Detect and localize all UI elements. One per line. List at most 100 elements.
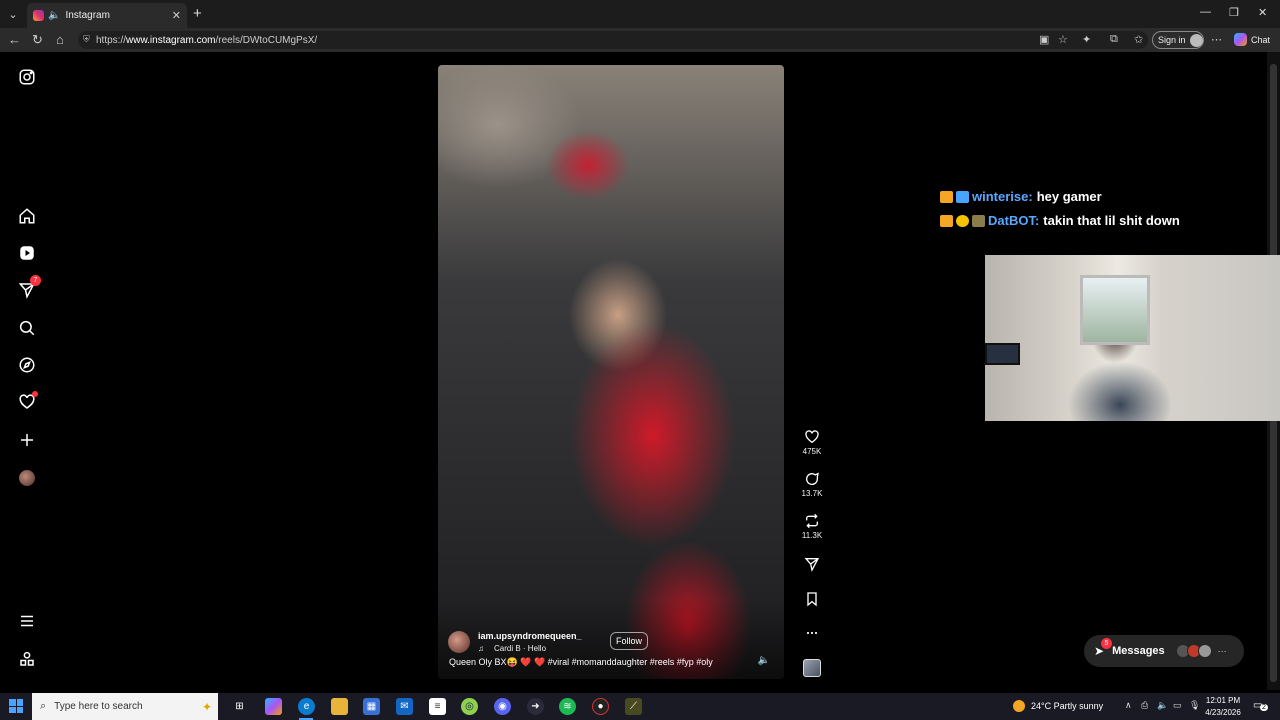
create-plus-icon[interactable] <box>17 430 37 450</box>
clock-time: 12:01 PM <box>1205 696 1241 705</box>
url-prefix: https:// <box>96 34 127 46</box>
browser-tab-bar: ⌄ 🔈 Instagram ✕ + — ❐ ✕ <box>0 0 1280 28</box>
also-from-meta-icon[interactable] <box>17 649 37 669</box>
sign-in-button[interactable]: Sign in <box>1152 31 1204 49</box>
stream-app-icon[interactable]: ⟋ <box>625 698 642 715</box>
profile-avatar[interactable] <box>17 468 37 488</box>
instagram-sidebar: 7 <box>0 52 54 690</box>
search-placeholder: Type here to search <box>54 701 143 712</box>
microphone-icon[interactable]: 🎙 <box>1189 700 1200 711</box>
music-note-icon: ♫ <box>478 644 484 653</box>
repost-icon <box>806 513 818 529</box>
favorite-star-icon[interactable]: ☆ <box>1058 33 1068 46</box>
tab-actions-menu-icon[interactable]: ⌄ <box>4 5 22 23</box>
reel-author[interactable]: iam.upsyndromequeen_ ♫ Cardi B · Hello <box>448 631 582 653</box>
save-button[interactable] <box>796 591 828 607</box>
browser-tab-instagram[interactable]: 🔈 Instagram ✕ <box>27 3 187 28</box>
tab-title: Instagram <box>65 10 110 21</box>
author-username[interactable]: iam.upsyndromequeen_ <box>478 631 582 641</box>
audio-title: Cardi B · Hello <box>494 644 547 653</box>
notepad-icon[interactable]: ≡ <box>429 698 446 715</box>
explore-compass-icon[interactable] <box>17 355 37 375</box>
weather-text: 24°C Partly sunny <box>1031 701 1104 711</box>
search-nav-icon[interactable] <box>17 318 37 338</box>
tray-expand-chevron-icon[interactable]: ∧ <box>1125 700 1132 711</box>
browser-address-bar: ← ↻ ⌂ ⛨ https://www.instagram.com/reels/… <box>0 28 1280 52</box>
restore-icon[interactable]: ❐ <box>1229 6 1239 19</box>
comment-button[interactable]: 13.7K <box>796 471 828 498</box>
url-domain: www.instagram.com <box>126 34 216 46</box>
clock-date: 4/23/2026 <box>1205 708 1241 717</box>
minimize-icon[interactable]: — <box>1200 6 1211 18</box>
home-icon[interactable]: ⌂ <box>56 32 64 47</box>
task-view-icon[interactable]: ⊞ <box>231 698 248 715</box>
copilot-icon <box>1234 33 1247 46</box>
more-options-button[interactable] <box>796 625 828 641</box>
share-button[interactable] <box>796 556 828 572</box>
chat-username: winterise: <box>972 189 1033 204</box>
weather-widget[interactable]: 24°C Partly sunny <box>1013 700 1103 712</box>
like-button[interactable]: 475K <box>796 429 828 456</box>
app-arrow-icon[interactable]: ➜ <box>527 698 544 715</box>
extensions-icon[interactable]: ✦ <box>1082 33 1091 46</box>
split-screen-icon[interactable]: ⧉ <box>1110 33 1118 46</box>
home-nav-icon[interactable] <box>17 206 37 226</box>
audio-thumbnail[interactable] <box>803 659 821 677</box>
taskbar-clock[interactable]: 12:01 PM 4/23/2026 <box>1200 695 1246 719</box>
copilot-taskbar-icon[interactable] <box>265 698 282 715</box>
url-path: /reels/DWtoCUMgPsX/ <box>215 34 318 46</box>
obs-icon[interactable]: ● <box>592 698 609 715</box>
messages-nav-icon[interactable]: 7 <box>17 275 41 300</box>
repost-button[interactable]: 11.3K <box>796 513 828 540</box>
instagram-logo-icon[interactable] <box>17 67 37 87</box>
bookmark-icon <box>807 592 817 607</box>
speaker-icon[interactable]: 🔈 <box>48 10 60 21</box>
favorites-icon[interactable]: ✩ <box>1134 33 1143 46</box>
windows-start-icon[interactable] <box>9 699 23 713</box>
network-icon[interactable]: ▭ <box>1173 700 1182 711</box>
notification-center-icon[interactable]: ▭ 2 <box>1253 700 1268 711</box>
windows-taskbar: ⌕ Type here to search ✦ ⊞ e ▦ ✉ ≡ ◎ ◉ ➜ … <box>0 693 1280 720</box>
taskbar-search-box[interactable]: ⌕ Type here to search ✦ <box>32 693 218 720</box>
reel-caption[interactable]: Queen Oly BX😝 ❤️ ❤️ #viral #momanddaught… <box>449 657 713 668</box>
close-window-icon[interactable]: ✕ <box>1258 6 1267 19</box>
copilot-chat-button[interactable]: Chat <box>1234 33 1270 46</box>
refresh-icon[interactable]: ↻ <box>32 32 43 48</box>
green-app-icon[interactable]: ◎ <box>461 698 478 715</box>
more-menu-icon[interactable]: ⋯ <box>1211 33 1222 46</box>
follow-button[interactable]: Follow <box>610 632 648 650</box>
like-count: 475K <box>802 447 822 456</box>
chat-message: hey gamer <box>1036 189 1102 204</box>
more-hamburger-icon[interactable] <box>17 611 37 631</box>
volume-tray-icon[interactable]: 🔈 <box>1157 700 1168 711</box>
reels-nav-icon[interactable] <box>17 243 37 263</box>
reader-view-icon[interactable]: ▣ <box>1039 33 1049 46</box>
close-tab-icon[interactable]: ✕ <box>172 9 181 22</box>
notifications-heart-icon[interactable] <box>17 391 38 412</box>
discord-icon[interactable]: ◉ <box>494 698 511 715</box>
file-explorer-icon[interactable] <box>331 698 348 715</box>
stream-chat-line-1: winterise: hey gamer <box>940 189 1102 204</box>
messages-button[interactable]: ➤ 5 Messages ⋯ <box>1084 635 1244 667</box>
back-arrow-icon[interactable]: ← <box>8 32 21 47</box>
reel-audio[interactable]: ♫ Cardi B · Hello <box>478 644 582 653</box>
messages-label: Messages <box>1112 645 1165 657</box>
author-avatar[interactable] <box>448 631 470 653</box>
spotify-icon[interactable]: ≋ <box>559 698 576 715</box>
site-info-icon[interactable]: ⛨ <box>83 34 90 45</box>
messages-more-icon: ⋯ <box>1217 645 1227 656</box>
mail-icon[interactable]: ✉ <box>396 698 413 715</box>
edge-browser-icon[interactable]: e <box>298 698 315 715</box>
microsoft-store-icon[interactable]: ▦ <box>363 698 380 715</box>
url-field[interactable]: ⛨ https://www.instagram.com/reels/DWtoCU… <box>78 31 1148 49</box>
notifications-badge: 7 <box>30 275 41 286</box>
search-icon: ⌕ <box>40 700 47 712</box>
notification-dot <box>32 391 38 397</box>
tray-app-icon[interactable]: ⎙ <box>1141 700 1148 711</box>
partly-sunny-icon <box>1013 700 1025 712</box>
volume-icon[interactable]: 🔈 <box>758 655 770 666</box>
reel-video[interactable]: iam.upsyndromequeen_ ♫ Cardi B · Hello Fo… <box>438 65 784 679</box>
chat-label: Chat <box>1251 34 1271 45</box>
profile-avatar-icon <box>1189 33 1203 47</box>
new-tab-plus-icon[interactable]: + <box>193 5 202 22</box>
